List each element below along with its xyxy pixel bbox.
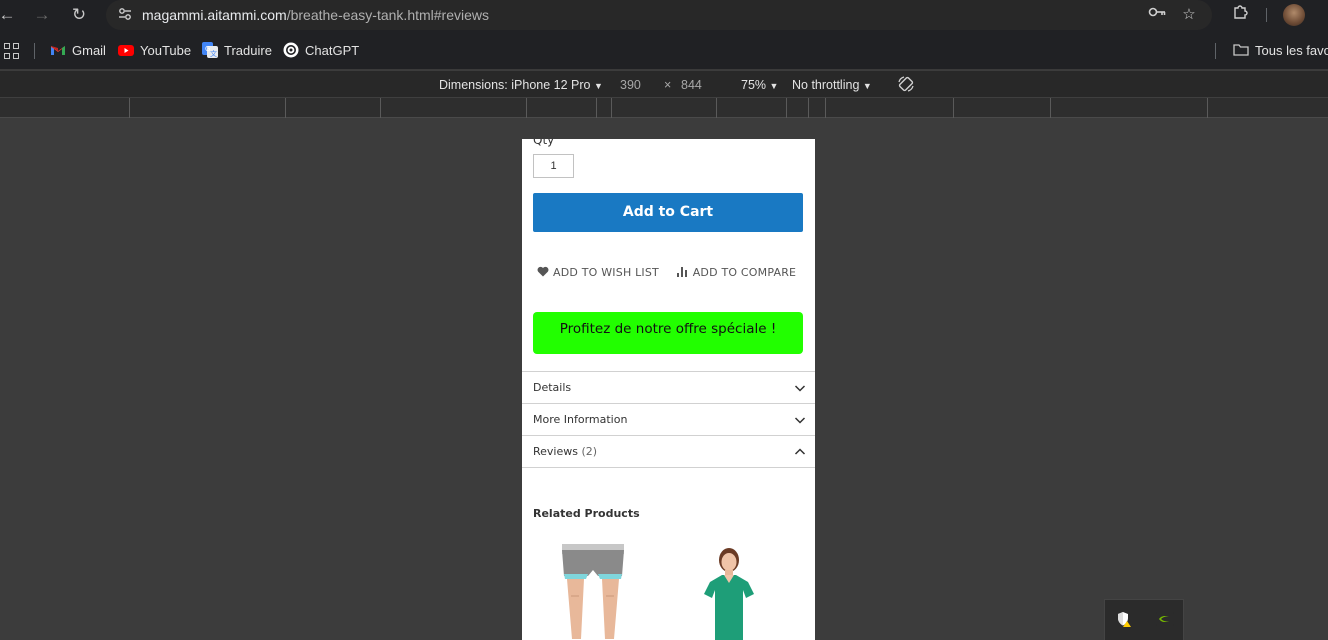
bookmarks-divider — [1215, 43, 1216, 59]
rotate-icon[interactable] — [897, 75, 915, 96]
apps-grid-icon[interactable] — [4, 43, 20, 59]
tab-more-information-label: More Information — [533, 413, 627, 426]
review-count: (2) — [581, 445, 598, 458]
bookmark-label: YouTube — [140, 43, 192, 58]
width-input[interactable]: 390 — [620, 78, 641, 92]
media-query-ruler[interactable] — [0, 98, 1328, 118]
related-product-image[interactable] — [696, 544, 766, 640]
chatgpt-icon — [283, 42, 299, 58]
folder-icon — [1233, 42, 1249, 58]
reload-icon[interactable]: ↻ — [68, 4, 90, 26]
bookmark-label: Gmail — [72, 43, 106, 58]
qty-input[interactable]: 1 — [533, 154, 574, 178]
bookmark-star-icon[interactable]: ☆ — [1178, 4, 1200, 26]
chevron-down-icon: ▼ — [862, 81, 872, 91]
chevron-down-icon — [794, 385, 806, 392]
qty-label: Qty — [533, 139, 555, 147]
address-bar[interactable]: magammi.aitammi.com/breathe-easy-tank.ht… — [106, 0, 1212, 30]
compare-label: ADD TO COMPARE — [692, 266, 797, 279]
chevron-up-icon — [794, 448, 806, 455]
chevron-down-icon — [794, 417, 806, 424]
tabs-divider — [522, 467, 815, 468]
forward-arrow-icon[interactable]: → — [31, 4, 53, 26]
tab-label: Reviews — [533, 445, 578, 458]
throttling-label: No throttling — [792, 78, 860, 92]
tab-more-information[interactable]: More Information — [522, 403, 815, 436]
add-to-compare-link[interactable]: ADD TO COMPARE — [676, 266, 797, 279]
device-select-label: Dimensions: iPhone 12 Pro — [439, 78, 591, 92]
tab-reviews-label: Reviews (2) — [533, 445, 597, 458]
device-toolbar: Dimensions: iPhone 12 Pro ▼ 390 × 844 75… — [0, 71, 1328, 98]
bookmark-label: Traduire — [224, 43, 272, 58]
site-info-icon[interactable] — [116, 6, 134, 24]
bookmark-traduire[interactable]: G 文 Traduire — [202, 42, 272, 60]
bookmarks-bar: Gmail YouTube G 文 Traduire ChatGPT Tous le… — [0, 30, 1328, 70]
youtube-icon — [118, 42, 134, 58]
tab-details[interactable]: Details — [522, 371, 815, 404]
tab-details-label: Details — [533, 381, 571, 394]
back-arrow-icon[interactable]: ← — [0, 4, 18, 26]
compare-bars-icon — [676, 267, 689, 277]
all-bookmarks-label: Tous les favoris — [1255, 43, 1328, 58]
bookmark-all-folder[interactable]: Tous les favoris — [1233, 42, 1328, 60]
password-key-icon[interactable] — [1146, 4, 1168, 26]
tab-label: More Information — [533, 413, 628, 426]
toolbar-divider — [1266, 8, 1267, 22]
throttling-select[interactable]: No throttling ▼ — [792, 78, 872, 92]
browser-toolbar: ← → ↻ magammi.aitammi.com/breathe-easy-t… — [0, 0, 1328, 30]
related-product-image[interactable] — [558, 544, 628, 640]
tab-reviews[interactable]: Reviews (2) — [522, 435, 815, 468]
wishlist-label: ADD TO WISH LIST — [553, 266, 659, 279]
chevron-down-icon: ▼ — [769, 81, 779, 91]
add-to-cart-button[interactable]: Add to Cart — [533, 193, 803, 232]
add-to-wishlist-link[interactable]: ADD TO WISH LIST — [537, 266, 659, 279]
heart-icon — [537, 266, 549, 277]
bookmark-label: ChatGPT — [305, 43, 360, 58]
times-symbol: × — [664, 78, 672, 92]
translate-icon: G文 — [202, 42, 218, 58]
bookmarks-divider — [34, 43, 35, 59]
bookmark-gmail[interactable]: Gmail — [50, 42, 106, 60]
profile-avatar[interactable] — [1283, 4, 1305, 26]
windows-security-icon[interactable] — [1116, 611, 1132, 632]
bookmark-youtube[interactable]: YouTube — [118, 42, 191, 60]
tab-label: Details — [533, 381, 572, 394]
url-text[interactable]: magammi.aitammi.com/breathe-easy-tank.ht… — [142, 7, 489, 23]
gmail-icon — [50, 42, 66, 58]
system-tray-overflow — [1104, 599, 1184, 640]
zoom-select[interactable]: 75% ▼ — [741, 78, 778, 92]
zoom-label: 75% — [741, 78, 767, 92]
special-offer-button[interactable]: Profitez de notre offre spéciale ! — [533, 312, 803, 354]
nvidia-icon[interactable] — [1156, 611, 1174, 632]
device-viewport: Qty 1 Add to Cart ADD TO WISH LIST ADD T… — [522, 139, 815, 640]
height-input[interactable]: 844 — [681, 78, 702, 92]
bookmark-chatgpt[interactable]: ChatGPT — [283, 42, 359, 60]
related-products-title: Related Products — [533, 507, 640, 520]
chevron-down-icon: ▼ — [593, 81, 603, 91]
extensions-puzzle-icon[interactable] — [1229, 4, 1251, 26]
url-path: /breathe-easy-tank.html#reviews — [286, 7, 490, 23]
url-host: magammi.aitammi.com — [142, 7, 287, 23]
product-actions: ADD TO WISH LIST ADD TO COMPARE — [537, 266, 810, 280]
svg-text:文: 文 — [210, 49, 217, 58]
device-select[interactable]: Dimensions: iPhone 12 Pro ▼ — [439, 78, 603, 92]
